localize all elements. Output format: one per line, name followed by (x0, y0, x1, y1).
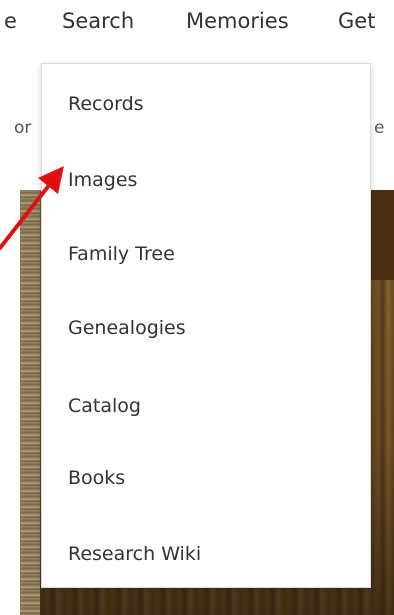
search-dropdown-menu: Records Images Family Tree Genealogies C… (41, 63, 371, 588)
menu-item-catalog[interactable]: Catalog (68, 394, 141, 418)
page: e Search Memories Get or e Records Image… (0, 0, 394, 615)
content-text-fragment-right: e (374, 118, 385, 138)
menu-item-genealogies[interactable]: Genealogies (68, 316, 186, 340)
annotation-arrow-shaft (0, 182, 52, 250)
menu-item-images[interactable]: Images (68, 168, 137, 192)
background-photo-edge (20, 190, 40, 615)
menu-item-family-tree[interactable]: Family Tree (68, 242, 175, 266)
background-photo-dark-area (370, 190, 394, 280)
annotation-arrow-head (38, 166, 64, 194)
nav-item-get[interactable]: Get (338, 8, 375, 34)
menu-item-records[interactable]: Records (68, 92, 144, 116)
top-navigation: e Search Memories Get (0, 0, 394, 44)
menu-item-research-wiki[interactable]: Research Wiki (68, 542, 201, 566)
nav-item-previous[interactable]: e (4, 8, 17, 34)
nav-item-search[interactable]: Search (62, 8, 134, 34)
annotation-arrow-icon (0, 166, 64, 250)
nav-item-memories[interactable]: Memories (186, 8, 289, 34)
menu-item-books[interactable]: Books (68, 466, 125, 490)
content-text-fragment-left: or (14, 118, 32, 138)
